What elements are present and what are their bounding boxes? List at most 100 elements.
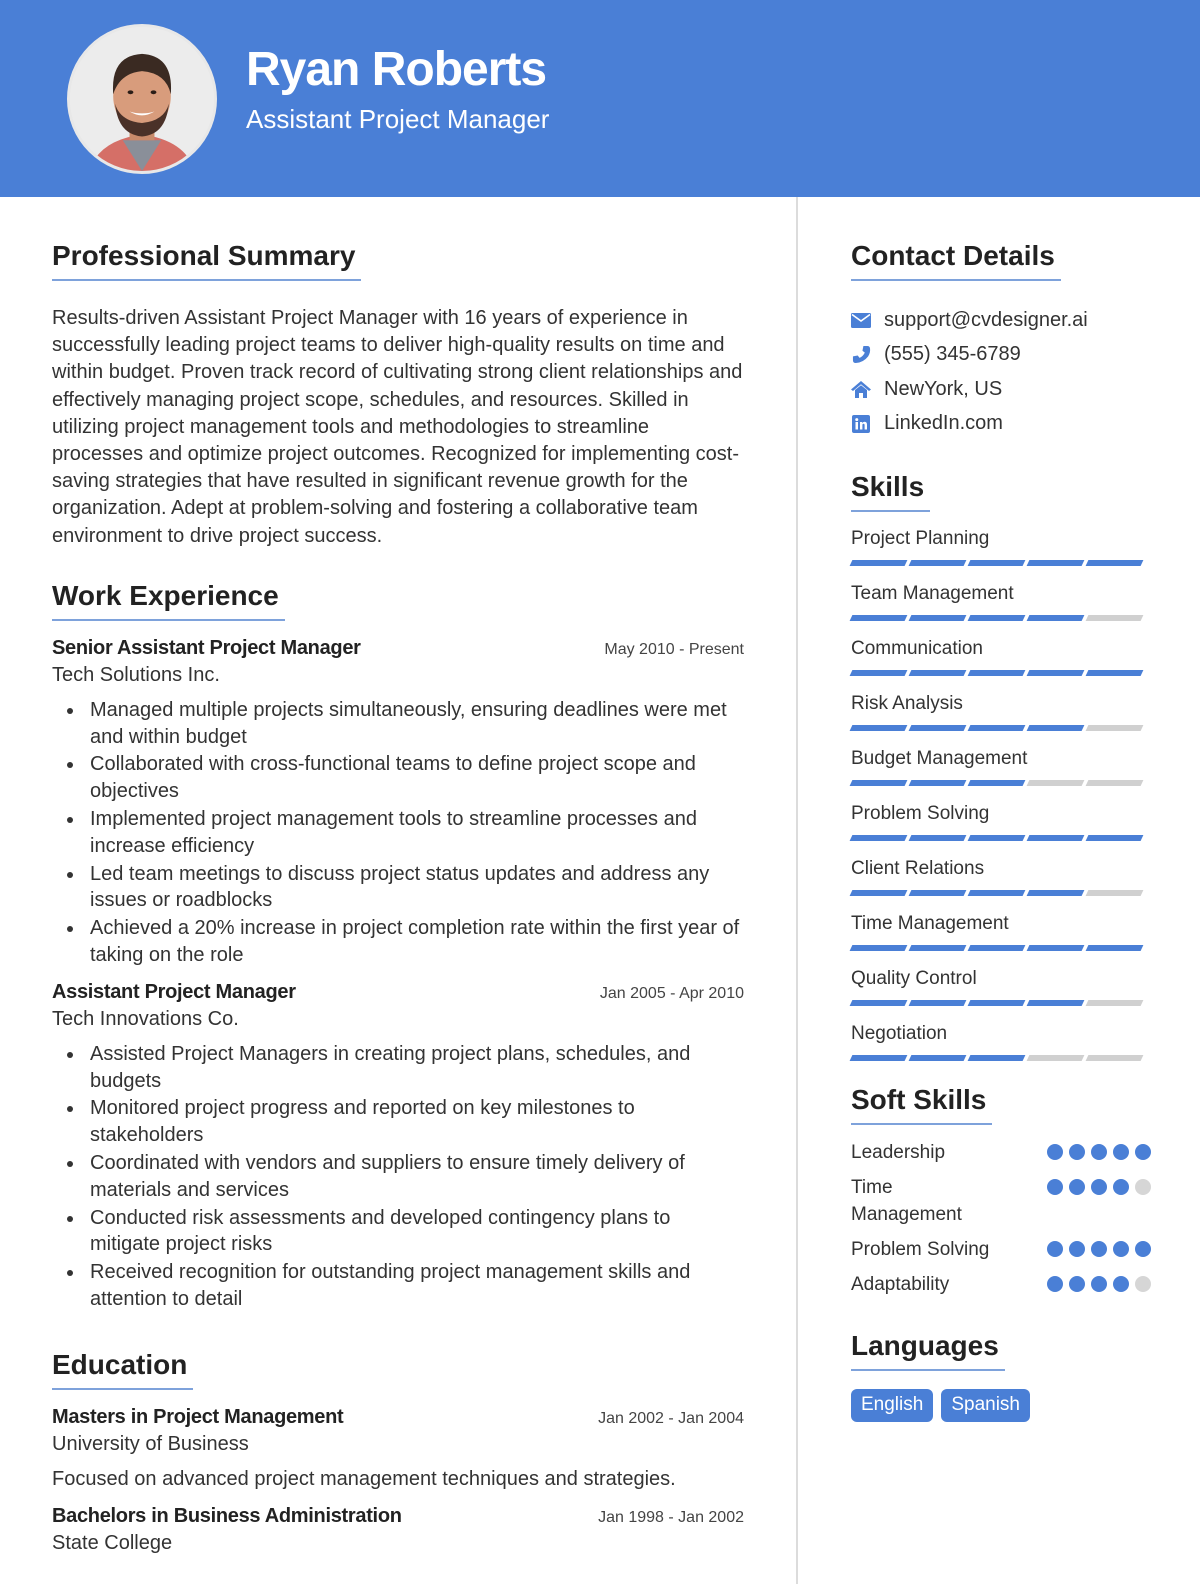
skill-segment-filled xyxy=(967,560,1026,566)
person-portrait-icon xyxy=(70,27,214,171)
job-entry: Senior Assistant Project Manager May 201… xyxy=(52,637,744,969)
skill-name: Negotiation xyxy=(851,1023,948,1044)
soft-skill-rating xyxy=(1047,1179,1151,1195)
summary-heading: Professional Summary xyxy=(52,240,362,281)
skill-segment-filled xyxy=(849,780,908,786)
rating-dot-filled xyxy=(1113,1179,1129,1195)
candidate-name: Ryan Roberts xyxy=(246,43,547,96)
job-bullet: Led team meetings to discuss project sta… xyxy=(52,861,744,915)
school-name: University of Business xyxy=(52,1432,249,1455)
job-bullet: Received recognition for outstanding pro… xyxy=(52,1259,744,1313)
experience-section: Work Experience Senior Assistant Project… xyxy=(52,580,744,1313)
school-name: State College xyxy=(52,1531,173,1554)
skill-segment-filled xyxy=(1026,615,1085,621)
skill-segment-filled xyxy=(1085,945,1144,951)
envelope-icon xyxy=(851,310,871,330)
skill-item: Negotiation xyxy=(849,1021,1151,1062)
skill-name: Communication xyxy=(851,638,983,659)
skill-name: Time Management xyxy=(851,913,1009,934)
skills-section: Skills Project Planning Team Management Co… xyxy=(849,471,1151,1062)
skill-segment-filled xyxy=(908,670,967,676)
soft-skills-heading: Soft Skills xyxy=(851,1084,993,1125)
skill-segment-empty xyxy=(1085,1000,1144,1006)
education-section: Education Masters in Project Management … xyxy=(52,1349,744,1555)
contact-location: NewYork, US xyxy=(851,372,1151,407)
skill-segment-filled xyxy=(967,725,1026,731)
skill-name: Project Planning xyxy=(851,528,990,549)
contact-location-text: NewYork, US xyxy=(884,377,1003,400)
skill-segment-filled xyxy=(908,1000,967,1006)
contact-linkedin-text: LinkedIn.com xyxy=(884,412,1003,435)
skill-segment-filled xyxy=(849,725,908,731)
resume-header: Ryan Roberts Assistant Project Manager xyxy=(0,0,1200,197)
phone-icon xyxy=(851,345,871,365)
rating-dot-filled xyxy=(1069,1276,1085,1292)
skill-item: Project Planning xyxy=(849,526,1151,567)
job-bullet: Collaborated with cross-functional teams… xyxy=(52,751,744,805)
skill-name: Team Management xyxy=(851,583,1014,604)
home-icon xyxy=(851,379,871,399)
summary-text: Results-driven Assistant Project Manager… xyxy=(52,307,743,547)
skill-segment-filled xyxy=(849,615,908,621)
education-entry: Bachelors in Business Administration Jan… xyxy=(52,1505,744,1555)
rating-dot-filled xyxy=(1069,1179,1085,1195)
skill-segment-filled xyxy=(908,615,967,621)
contact-list: support@cvdesigner.ai (555) 345-6789 New… xyxy=(851,303,1151,441)
rating-dot-filled xyxy=(1091,1276,1107,1292)
contact-email[interactable]: support@cvdesigner.ai xyxy=(851,303,1151,338)
main-column: Professional Summary Results-driven Assi… xyxy=(52,240,744,1555)
rating-dot-filled xyxy=(1113,1144,1129,1160)
skill-segment-filled xyxy=(849,1000,908,1006)
skill-segment-filled xyxy=(849,560,908,566)
sidebar-column: Contact Details support@cvdesigner.ai (5… xyxy=(849,240,1151,1422)
skill-item: Risk Analysis xyxy=(849,691,1151,732)
skill-name: Budget Management xyxy=(851,748,1028,769)
skill-name: Client Relations xyxy=(851,858,985,879)
rating-dot-empty xyxy=(1135,1179,1151,1195)
soft-skill-name: Adaptability xyxy=(851,1274,950,1295)
skill-segment-filled xyxy=(849,890,908,896)
soft-skill-rating xyxy=(1047,1276,1151,1292)
soft-skills-list: Leadership Time Management Problem Solving… xyxy=(851,1139,1151,1298)
contact-heading: Contact Details xyxy=(851,240,1061,281)
rating-dot-filled xyxy=(1069,1241,1085,1257)
skill-segment-filled xyxy=(1026,560,1085,566)
job-bullet: Assisted Project Managers in creating pr… xyxy=(52,1041,744,1095)
skill-item: Team Management xyxy=(849,581,1151,622)
soft-skill-rating xyxy=(1047,1241,1151,1257)
education-dates: Jan 2002 - Jan 2004 xyxy=(598,1409,744,1427)
linkedin-icon xyxy=(851,414,871,434)
skill-level-bar xyxy=(849,890,1151,897)
skill-name: Quality Control xyxy=(851,968,977,989)
rating-dot-filled xyxy=(1113,1241,1129,1257)
soft-skill-name: Leadership xyxy=(851,1142,946,1163)
degree-name: Masters in Project Management xyxy=(52,1405,344,1428)
contact-linkedin[interactable]: LinkedIn.com xyxy=(851,407,1151,442)
soft-skill-item: Adaptability xyxy=(851,1271,1151,1298)
soft-skills-section: Soft Skills Leadership Time Management Pro… xyxy=(851,1084,1151,1298)
language-tag: Spanish xyxy=(941,1389,1030,1422)
job-dates: May 2010 - Present xyxy=(604,640,744,658)
job-bullets: Managed multiple projects simultaneously… xyxy=(52,697,744,969)
skill-segment-empty xyxy=(1085,780,1144,786)
job-dates: Jan 2005 - Apr 2010 xyxy=(599,984,744,1002)
rating-dot-filled xyxy=(1047,1144,1063,1160)
skill-level-bar xyxy=(849,670,1151,677)
skill-level-bar xyxy=(849,615,1151,622)
skill-segment-filled xyxy=(967,670,1026,676)
skill-segment-filled xyxy=(849,945,908,951)
rating-dot-filled xyxy=(1047,1179,1063,1195)
skill-name: Problem Solving xyxy=(851,803,990,824)
skill-level-bar xyxy=(849,1000,1151,1007)
skill-segment-empty xyxy=(1085,890,1144,896)
skill-segment-filled xyxy=(967,890,1026,896)
contact-phone[interactable]: (555) 345-6789 xyxy=(851,338,1151,373)
job-role: Assistant Project Manager xyxy=(52,980,296,1003)
summary-section: Professional Summary Results-driven Assi… xyxy=(52,240,744,550)
rating-dot-filled xyxy=(1047,1276,1063,1292)
skill-segment-filled xyxy=(1085,560,1144,566)
skill-segment-filled xyxy=(967,1055,1026,1061)
skill-segment-empty xyxy=(1026,780,1085,786)
skill-segment-filled xyxy=(1026,835,1085,841)
skill-segment-filled xyxy=(849,1055,908,1061)
